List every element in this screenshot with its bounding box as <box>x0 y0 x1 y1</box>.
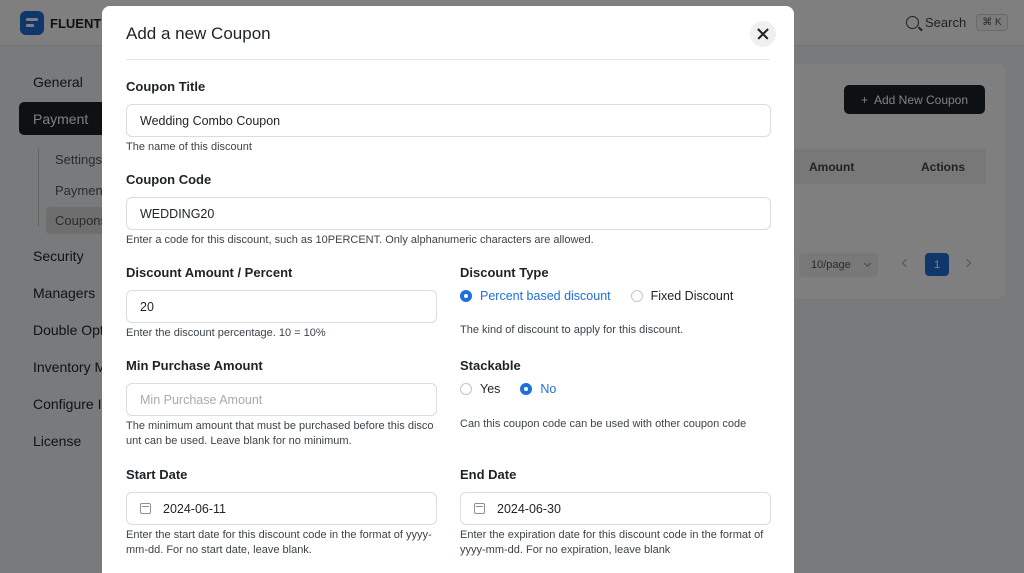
radio-stackable-no[interactable]: No <box>520 382 556 396</box>
end-date-label: End Date <box>460 467 517 482</box>
start-date-help: Enter the start date for this discount c… <box>126 528 432 558</box>
add-coupon-modal: Add a new Coupon Coupon Title Wedding Co… <box>102 6 794 573</box>
discount-type-label: Discount Type <box>460 265 549 280</box>
radio-label: No <box>540 382 557 396</box>
radio-unchecked-icon <box>630 290 643 302</box>
discount-type-radio-group: Percent based discount Fixed Discount <box>460 289 753 303</box>
radio-label: Yes <box>480 382 501 396</box>
calendar-icon <box>140 503 151 514</box>
min-purchase-placeholder: Min Purchase Amount <box>140 392 263 407</box>
coupon-code-help: Enter a code for this discount, such as … <box>126 234 594 246</box>
coupon-title-help: The name of this discount <box>126 141 252 153</box>
radio-stackable-yes[interactable]: Yes <box>460 382 500 396</box>
calendar-icon <box>474 503 485 514</box>
min-purchase-help: The minimum amount that must be purchase… <box>126 419 434 449</box>
radio-percent-discount[interactable]: Percent based discount <box>460 289 611 303</box>
start-date-help-line: mm-dd. For no start date, leave blank. <box>126 544 312 556</box>
coupon-title-label: Coupon Title <box>126 79 206 94</box>
min-purchase-input[interactable]: Min Purchase Amount <box>126 383 437 416</box>
modal-title: Add a new Coupon <box>126 24 271 43</box>
discount-amount-input[interactable]: 20 <box>126 290 437 323</box>
radio-label: Percent based discount <box>480 289 611 303</box>
start-date-value: 2024-06-11 <box>163 501 227 516</box>
coupon-code-input[interactable]: WEDDING20 <box>126 197 771 230</box>
stackable-radio-group: Yes No <box>460 382 576 396</box>
radio-label: Fixed Discount <box>650 289 734 303</box>
close-icon[interactable] <box>750 21 776 47</box>
coupon-title-value: Wedding Combo Coupon <box>140 113 281 128</box>
discount-amount-value: 20 <box>140 299 154 314</box>
end-date-help-line: Enter the expiration date for this disco… <box>460 529 764 541</box>
radio-checked-icon <box>460 290 472 302</box>
discount-type-help: The kind of discount to apply for this d… <box>460 324 684 336</box>
discount-amount-help: Enter the discount percentage. 10 = 10% <box>126 327 326 339</box>
start-date-input[interactable]: 2024-06-11 <box>126 492 437 525</box>
coupon-code-value: WEDDING20 <box>140 206 215 221</box>
start-date-help-line: Enter the start date for this discount c… <box>126 529 432 541</box>
end-date-value: 2024-06-30 <box>497 501 561 516</box>
coupon-title-input[interactable]: Wedding Combo Coupon <box>126 104 771 137</box>
min-purchase-help-line: The minimum amount that must be purchase… <box>126 420 434 432</box>
radio-checked-icon <box>520 383 533 395</box>
coupon-code-label: Coupon Code <box>126 172 212 187</box>
stackable-help: Can this coupon code can be used with ot… <box>460 418 747 430</box>
radio-fixed-discount[interactable]: Fixed Discount <box>630 289 734 303</box>
divider <box>126 59 770 60</box>
discount-amount-label: Discount Amount / Percent <box>126 265 293 280</box>
end-date-input[interactable]: 2024-06-30 <box>460 492 771 525</box>
stackable-label: Stackable <box>460 358 521 373</box>
min-purchase-label: Min Purchase Amount <box>126 358 263 373</box>
radio-unchecked-icon <box>460 383 472 395</box>
start-date-label: Start Date <box>126 467 188 482</box>
end-date-help-line: yyyy-mm-dd. For no expiration, leave bla… <box>460 544 671 556</box>
end-date-help: Enter the expiration date for this disco… <box>460 528 763 558</box>
min-purchase-help-line: unt can be used. Leave blank for no mini… <box>126 435 352 447</box>
